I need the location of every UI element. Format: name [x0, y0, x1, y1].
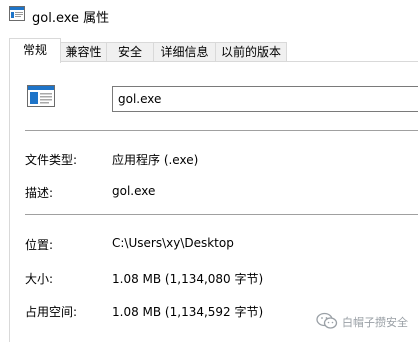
separator — [25, 214, 418, 215]
tab-panel-left-border — [9, 61, 10, 342]
watermark-text: 白帽子攒安全 — [342, 316, 408, 329]
file-type-label: 文件类型: — [25, 153, 78, 167]
properties-dialog: gol.exe 属性 常规 兼容性 安全 详细信息 以前的版本 文件类型: 应用… — [0, 0, 418, 342]
size-label: 大小: — [25, 272, 54, 286]
separator — [25, 130, 418, 131]
application-window-icon — [9, 6, 25, 21]
tab-panel-top-border — [9, 61, 418, 62]
description-label: 描述: — [25, 186, 54, 200]
application-window-icon — [27, 85, 55, 107]
location-label: 位置: — [25, 238, 54, 252]
tab-strip: 常规 兼容性 安全 详细信息 以前的版本 — [0, 38, 418, 63]
title-bar[interactable]: gol.exe 属性 — [0, 0, 418, 30]
size-value: 1.08 MB (1,134,080 字节) — [112, 272, 264, 286]
tab-security[interactable]: 安全 — [106, 42, 154, 62]
description-value: gol.exe — [112, 184, 156, 198]
file-name-input[interactable] — [112, 86, 418, 112]
tab-general[interactable]: 常规 — [9, 38, 61, 63]
wechat-icon — [316, 312, 338, 329]
disk-size-value: 1.08 MB (1,134,592 字节) — [112, 305, 264, 319]
tab-details[interactable]: 详细信息 — [153, 42, 216, 62]
file-type-value: 应用程序 (.exe) — [112, 153, 199, 167]
window-title: gol.exe 属性 — [32, 11, 110, 26]
location-value: C:\Users\xy\Desktop — [112, 236, 234, 250]
tab-compatibility[interactable]: 兼容性 — [60, 42, 107, 62]
disk-size-label: 占用空间: — [25, 305, 78, 319]
tab-previous-versions[interactable]: 以前的版本 — [215, 42, 287, 62]
